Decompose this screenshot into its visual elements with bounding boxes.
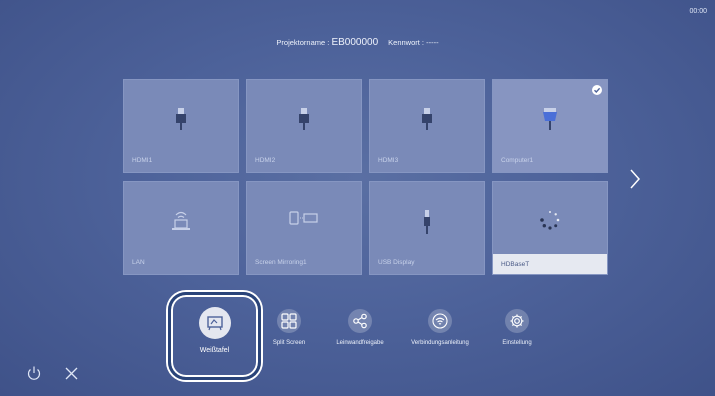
source-label: LAN	[132, 259, 145, 266]
hdmi-plug-icon	[421, 108, 433, 135]
lan-computer-icon	[170, 210, 192, 237]
close-icon[interactable]	[64, 366, 79, 381]
power-icon[interactable]	[26, 365, 42, 381]
whiteboard-label: Weißtafel	[199, 347, 230, 354]
source-label: HDMI1	[132, 157, 153, 164]
projector-home-screen: 00:00 Projektorname : EB000000 Kennwort :…	[0, 0, 715, 396]
source-tile-usb-display[interactable]: USB Display	[369, 181, 485, 275]
connection-guide-label: Verbindungsanleitung	[411, 340, 469, 346]
selected-check-icon	[592, 85, 602, 95]
split-screen-label: Split Screen	[272, 340, 306, 346]
password-value: -----	[426, 38, 439, 47]
split-screen-button[interactable]: Split Screen	[254, 309, 324, 346]
usb-plug-icon	[422, 210, 432, 239]
loading-spinner-icon	[540, 210, 560, 235]
hdmi-plug-icon	[175, 108, 187, 135]
source-label: HDMI3	[378, 157, 399, 164]
connection-guide-button[interactable]: Verbindungsanleitung	[405, 309, 475, 346]
settings-label: Einstellung	[502, 340, 532, 346]
source-label: Screen Mirroring1	[255, 259, 307, 266]
share-icon	[348, 309, 372, 333]
source-label: Computer1	[501, 157, 534, 164]
source-label: HDBaseT	[501, 261, 530, 268]
screen-share-label: Leinwandfreigabe	[336, 340, 384, 346]
vga-plug-icon	[542, 108, 558, 135]
source-tile-hdmi3[interactable]: HDMI3	[369, 79, 485, 173]
hdmi-plug-icon	[298, 108, 310, 135]
split-screen-icon	[277, 309, 301, 333]
source-tile-hdmi1[interactable]: HDMI1	[123, 79, 239, 173]
source-tile-screen-mirroring1[interactable]: Screen Mirroring1	[246, 181, 362, 275]
screen-mirroring-icon	[289, 210, 319, 231]
source-label: HDMI2	[255, 157, 276, 164]
source-grid: HDMI1 HDMI2 HDMI3 Computer1 LAN Screen M…	[123, 79, 609, 276]
password-label: Kennwort :	[388, 38, 427, 47]
settings-button[interactable]: Einstellung	[482, 309, 552, 346]
screen-share-button[interactable]: Leinwandfreigabe	[325, 309, 395, 346]
whiteboard-button[interactable]: Weißtafel	[175, 299, 254, 373]
source-tile-hdbaset[interactable]: HDBaseT	[492, 181, 608, 275]
projector-info-header: Projektorname : EB000000 Kennwort : -----	[0, 37, 715, 48]
gear-icon	[505, 309, 529, 333]
projector-name-label: Projektorname :	[276, 38, 332, 47]
next-page-arrow[interactable]	[628, 167, 642, 191]
projector-name-value: EB000000	[331, 37, 379, 48]
source-label: USB Display	[378, 259, 415, 266]
source-tile-lan[interactable]: LAN	[123, 181, 239, 275]
source-tile-computer1[interactable]: Computer1	[492, 79, 608, 173]
clock: 00:00	[689, 8, 707, 15]
source-tile-hdmi2[interactable]: HDMI2	[246, 79, 362, 173]
whiteboard-icon	[198, 307, 231, 339]
wifi-icon	[428, 309, 452, 333]
